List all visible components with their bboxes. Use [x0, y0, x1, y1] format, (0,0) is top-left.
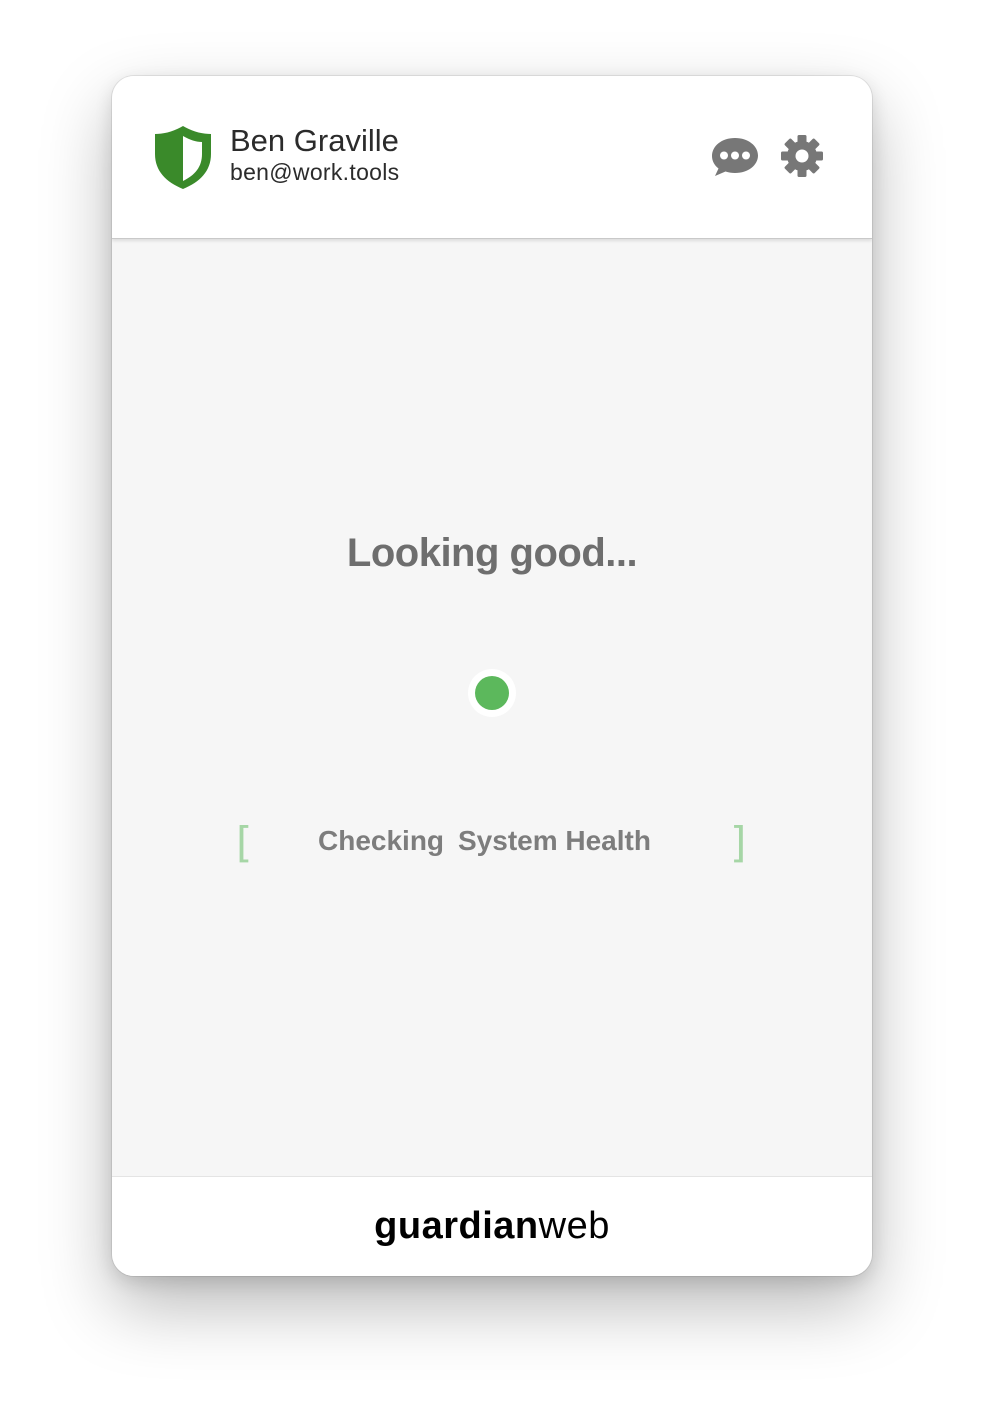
bracket-right: ] — [730, 818, 747, 867]
chat-bubble-icon[interactable] — [710, 134, 760, 178]
footer: guardianweb — [112, 1176, 872, 1276]
brand-logo: guardianweb — [112, 1203, 872, 1249]
status-dot — [475, 676, 509, 710]
user-email: ben@work.tools — [230, 159, 400, 185]
bracket-left: [ — [236, 818, 253, 867]
check-target: System Health — [458, 825, 651, 856]
brand-logo-light: web — [538, 1205, 610, 1247]
header: Ben Graville ben@work.tools — [112, 76, 872, 239]
brand-logo-bold: guardian — [374, 1205, 539, 1247]
status-indicator — [468, 669, 516, 717]
check-verb: Checking — [318, 825, 445, 856]
status-panel: Looking good... [ Checking System Health… — [112, 239, 872, 1176]
gear-icon[interactable] — [780, 134, 824, 178]
user-name: Ben Graville — [230, 123, 399, 158]
shield-icon — [155, 126, 211, 189]
status-title: Looking good... — [346, 531, 638, 575]
app-window: Ben Graville ben@work.tools Looking good… — [112, 76, 872, 1276]
